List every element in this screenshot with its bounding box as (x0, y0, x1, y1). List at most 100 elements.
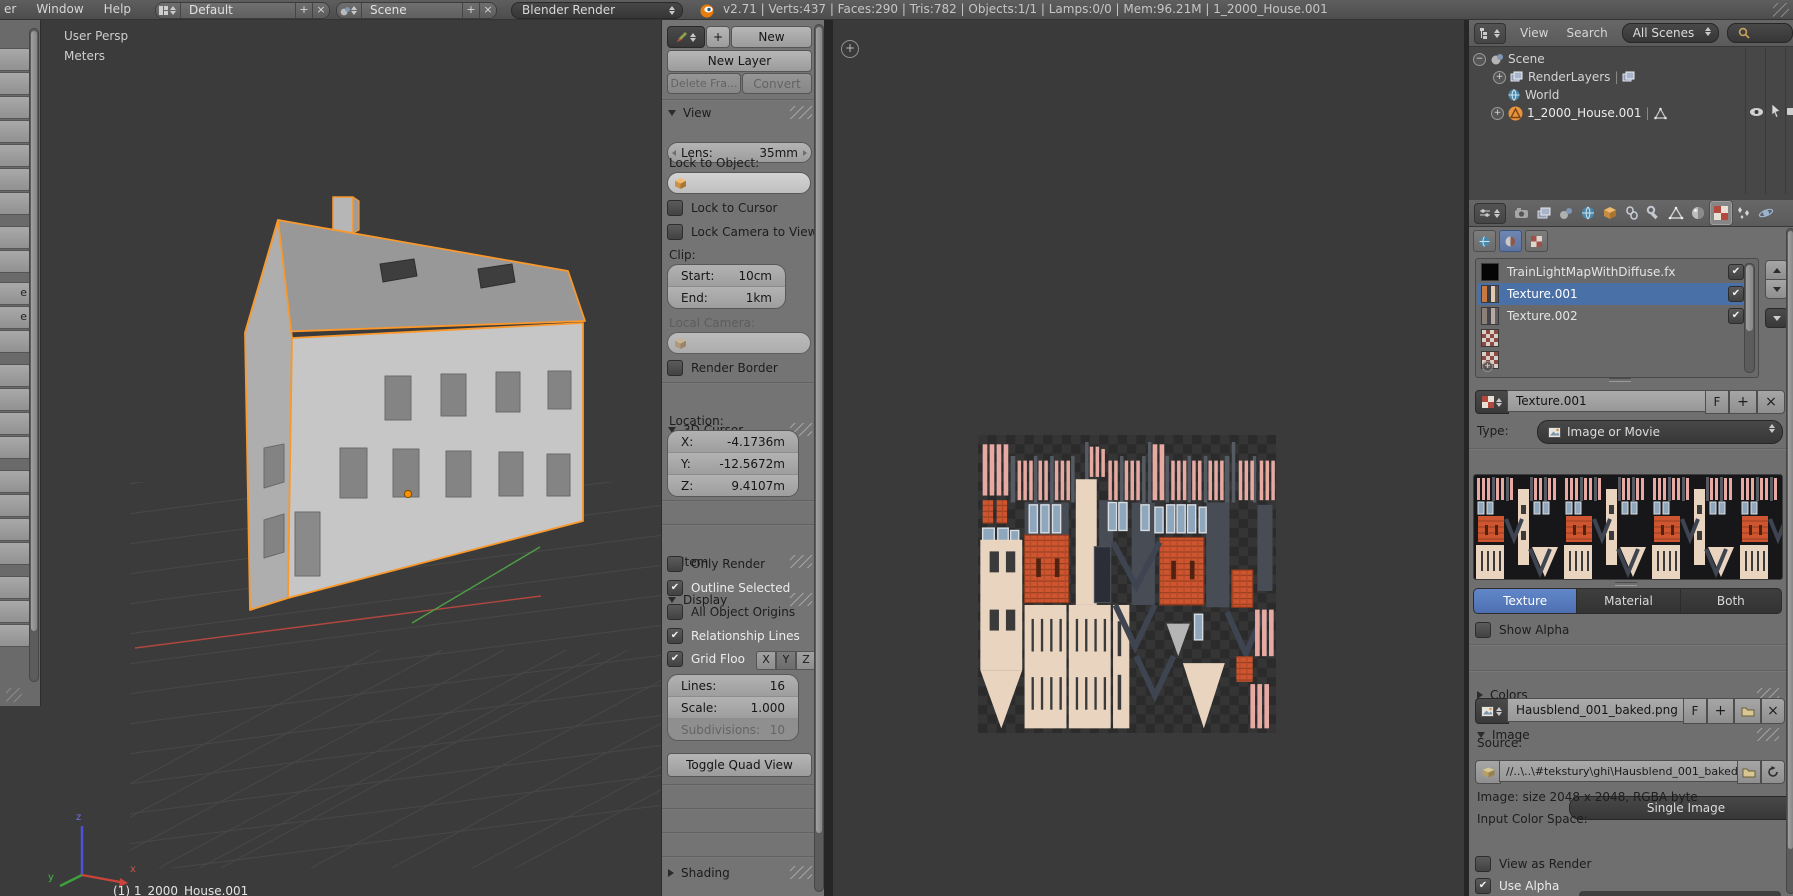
tab-render-layers[interactable] (1534, 202, 1554, 224)
fake-user-button[interactable]: F (1705, 390, 1729, 414)
tab-physics[interactable] (1756, 202, 1776, 224)
tab-world[interactable] (1578, 202, 1598, 224)
show-alpha-row[interactable]: Show Alpha (1475, 622, 1569, 638)
gp-new-button[interactable]: New (731, 26, 812, 48)
outliner-search-menu[interactable]: Search (1566, 26, 1607, 40)
layout-browse-button[interactable] (156, 3, 181, 18)
outliner-row-world[interactable]: World (1507, 86, 1559, 104)
gp-convert-button[interactable]: Convert (742, 73, 812, 94)
lock-to-cursor-row[interactable]: Lock to Cursor (667, 200, 777, 216)
editor-type-button[interactable] (1474, 203, 1506, 224)
checkbox-checked[interactable]: ✔ (667, 580, 683, 596)
panel-header-shading[interactable]: Shading (668, 866, 812, 880)
checkbox[interactable] (667, 224, 683, 240)
list-scrollbar[interactable] (1744, 263, 1755, 373)
preview-both-button[interactable]: Both (1681, 588, 1782, 614)
scene-delete-button[interactable]: × (479, 3, 496, 18)
cursor-x-field[interactable]: X:-4.1736m (668, 431, 798, 452)
unlink-image-button[interactable]: × (1761, 698, 1785, 724)
cursor-y-field[interactable]: Y:-12.5672m (668, 452, 798, 474)
npanel-scrollbar[interactable] (814, 24, 824, 892)
image-browse-button[interactable] (1475, 698, 1509, 724)
tab-object-data[interactable] (1666, 202, 1686, 224)
mesh-data-icon[interactable] (1654, 107, 1667, 120)
world-texture-context-button[interactable] (1473, 230, 1496, 252)
menu-render-partial[interactable]: er (0, 0, 26, 19)
toolshelf-scrollbar[interactable] (29, 28, 39, 682)
checkbox[interactable] (667, 604, 683, 620)
material-texture-context-button[interactable] (1499, 230, 1522, 252)
layout-add-button[interactable]: + (295, 3, 312, 18)
area-corner-grip[interactable] (1773, 3, 1789, 17)
expand-circle-icon[interactable]: + (1493, 71, 1506, 84)
relationship-lines-row[interactable]: ✔ Relationship Lines (667, 628, 800, 644)
use-alpha-row[interactable]: ✔ Use Alpha (1475, 878, 1559, 894)
checkbox-checked[interactable]: ✔ (1475, 878, 1491, 894)
path-open-button[interactable] (1737, 760, 1761, 784)
grid-scale-field[interactable]: Scale:1.000 (668, 696, 798, 718)
collapse-circle-icon[interactable]: − (1473, 53, 1486, 66)
open-image-button[interactable] (1734, 698, 1761, 724)
outliner-view-menu[interactable]: View (1520, 26, 1548, 40)
new-image-button[interactable]: + (1707, 698, 1734, 724)
panel-header-view[interactable]: View (668, 106, 812, 120)
visibility-eye-icon[interactable] (1749, 106, 1764, 118)
all-object-origins-row[interactable]: All Object Origins (667, 604, 795, 620)
renderability-camera-icon[interactable] (1787, 105, 1793, 117)
lock-to-object-field[interactable] (667, 172, 811, 194)
properties-scrollbar[interactable] (1786, 228, 1793, 894)
region-expand-button[interactable]: + (841, 40, 859, 58)
render-border-row[interactable]: Render Border (667, 360, 778, 376)
tab-modifiers[interactable] (1644, 202, 1664, 224)
grid-axis-y-toggle[interactable]: Y (776, 651, 796, 670)
render-engine-dropdown[interactable]: Blender Render (511, 2, 683, 19)
checkbox[interactable] (667, 556, 683, 572)
expand-circle-icon[interactable]: + (1491, 107, 1504, 120)
menu-help[interactable]: Help (94, 0, 141, 19)
outline-selected-row[interactable]: ✔ Outline Selected (667, 580, 790, 596)
new-texture-button[interactable]: + (1729, 390, 1757, 414)
resize-grip[interactable] (1615, 582, 1637, 586)
panel-drag-grip[interactable] (790, 106, 812, 119)
toggle-quad-view-button[interactable]: Toggle Quad View (667, 753, 812, 777)
active-renderlayer-icon[interactable] (1622, 70, 1636, 84)
fake-user-button[interactable]: F (1683, 698, 1707, 724)
tool-button-stub[interactable]: e (0, 306, 32, 329)
tab-particles[interactable] (1734, 202, 1754, 224)
selectability-cursor-icon[interactable] (1770, 103, 1782, 118)
gp-delete-frames-button[interactable]: Delete Fra... (667, 73, 741, 94)
slot-move-up-button[interactable] (1765, 260, 1788, 280)
scene-add-button[interactable]: + (462, 3, 479, 18)
unlink-texture-button[interactable]: × (1757, 390, 1785, 414)
outliner-search-field[interactable] (1727, 23, 1793, 43)
slot-move-down-button[interactable] (1765, 279, 1788, 299)
checkbox[interactable] (667, 200, 683, 216)
tab-object[interactable] (1600, 202, 1620, 224)
slot-enable-checkbox[interactable]: ✔ (1728, 308, 1744, 324)
slot-enable-checkbox[interactable]: ✔ (1728, 286, 1744, 302)
clip-start-field[interactable]: Start:10cm (668, 265, 785, 286)
pack-image-button[interactable] (1475, 760, 1501, 784)
panel-header-image[interactable]: Image (1477, 728, 1779, 742)
grid-axis-z-toggle[interactable]: Z (796, 651, 816, 670)
gp-new-layer-button[interactable]: New Layer (667, 50, 812, 72)
only-render-row[interactable]: Only Render (667, 556, 765, 572)
cursor-z-field[interactable]: Z:9.4107m (668, 474, 798, 496)
house-model[interactable] (245, 197, 585, 610)
layout-name-field[interactable]: Default (181, 3, 295, 18)
editor-type-button[interactable] (1474, 23, 1506, 44)
texture-slot-row-selected[interactable]: Texture.001 ✔ (1477, 283, 1744, 305)
texture-slot-row[interactable]: TrainLightMapWithDiffuse.fx ✔ (1477, 261, 1744, 283)
grid-floor-row[interactable]: ✔ Grid Floo (667, 651, 745, 667)
lock-camera-row[interactable]: Lock Camera to View (667, 224, 817, 240)
tab-constraints[interactable] (1622, 202, 1642, 224)
preview-texture-button[interactable]: Texture (1473, 588, 1577, 614)
add-slot-icon[interactable]: + (1482, 361, 1493, 372)
tab-scene[interactable] (1556, 202, 1576, 224)
scene-name-field[interactable]: Scene (362, 3, 462, 18)
reload-image-button[interactable] (1761, 760, 1785, 784)
tab-material[interactable] (1688, 202, 1708, 224)
checkbox[interactable] (1475, 856, 1491, 872)
outliner-scope-dropdown[interactable]: All Scenes (1622, 23, 1719, 43)
tool-button-stub[interactable]: e (0, 282, 32, 305)
